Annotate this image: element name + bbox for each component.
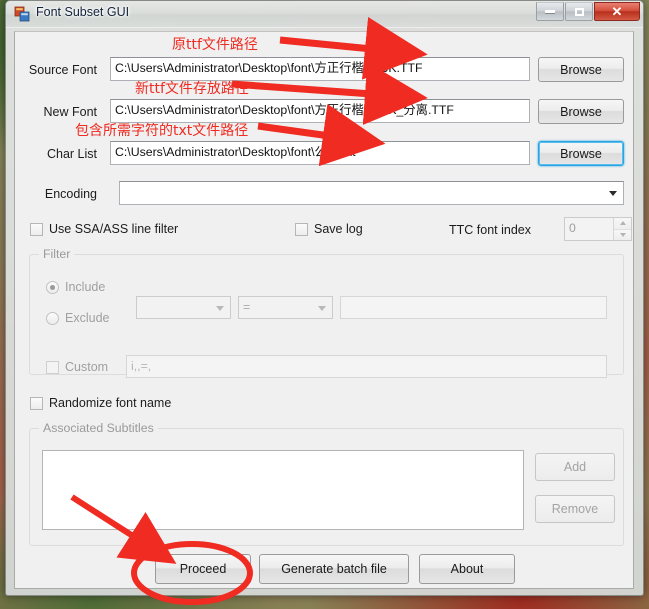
- window-controls: ✕: [536, 2, 640, 21]
- stepper-up-button[interactable]: [614, 218, 631, 230]
- associated-subtitles-title: Associated Subtitles: [39, 421, 158, 435]
- checkbox-box: [46, 360, 59, 374]
- ttc-font-index-label: TTC font index: [449, 223, 531, 237]
- filter-include-label: Include: [65, 280, 106, 294]
- filter-custom-input[interactable]: i,,=,: [126, 355, 607, 378]
- randomize-font-name-label: Randomize font name: [49, 396, 172, 410]
- annotation-text-char-list: 包含所需字符的txt文件路径: [75, 123, 249, 139]
- filter-group: Filter Include Exclude = Custom i,,=,: [29, 247, 624, 378]
- filter-group-title: Filter: [39, 247, 75, 261]
- associated-subtitles-listbox[interactable]: [42, 450, 524, 530]
- window-title: Font Subset GUI: [36, 5, 130, 19]
- encoding-combobox[interactable]: [119, 181, 624, 205]
- ttc-font-index-value: 0: [569, 221, 576, 235]
- remove-subtitle-button[interactable]: Remove: [535, 495, 615, 523]
- annotation-text-new-font: 新ttf文件存放路径: [135, 81, 249, 97]
- minimize-icon: [545, 10, 555, 13]
- filter-operator-value: =: [243, 300, 251, 314]
- maximize-icon: [574, 7, 584, 16]
- encoding-label: Encoding: [44, 187, 97, 201]
- chevron-down-icon: [318, 305, 326, 311]
- filter-include-radio[interactable]: Include: [46, 280, 105, 294]
- new-font-label: New Font: [43, 105, 98, 119]
- filter-value-input[interactable]: [340, 296, 607, 319]
- char-list-browse-button[interactable]: Browse: [538, 141, 624, 166]
- ssa-filter-checkbox[interactable]: Use SSA/ASS line filter: [30, 222, 178, 236]
- annotation-text-source-font: 原ttf文件路径: [172, 37, 258, 53]
- add-subtitle-button[interactable]: Add: [535, 453, 615, 481]
- save-log-label: Save log: [314, 222, 363, 236]
- close-icon: ✕: [611, 4, 623, 19]
- caret-down-icon: [619, 232, 626, 237]
- filter-field-combobox[interactable]: [136, 296, 231, 319]
- stepper-down-button[interactable]: [614, 229, 631, 240]
- ssa-filter-label: Use SSA/ASS line filter: [49, 222, 179, 236]
- radio-circle: [46, 311, 59, 325]
- stepper-arrows[interactable]: [613, 218, 631, 240]
- checkbox-box: [295, 222, 308, 236]
- form-icon: [14, 6, 30, 22]
- associated-subtitles-group: Associated Subtitles Add Remove: [29, 421, 624, 546]
- source-font-label: Source Font: [28, 63, 97, 77]
- save-log-checkbox[interactable]: Save log: [295, 222, 363, 236]
- chevron-down-icon: [216, 305, 224, 311]
- checkbox-box: [30, 222, 43, 236]
- proceed-button[interactable]: Proceed: [155, 554, 251, 584]
- filter-exclude-label: Exclude: [65, 311, 110, 325]
- close-button[interactable]: ✕: [594, 2, 640, 21]
- minimize-button[interactable]: [536, 2, 564, 21]
- caret-up-icon: [619, 221, 626, 226]
- char-list-label: Char List: [46, 147, 97, 161]
- source-font-browse-button[interactable]: Browse: [538, 57, 624, 82]
- checkbox-box: [30, 396, 43, 410]
- char-list-input[interactable]: C:\Users\Administrator\Desktop\font\公告.t…: [110, 141, 530, 165]
- filter-custom-checkbox[interactable]: Custom: [46, 360, 108, 374]
- title-bar[interactable]: Font Subset GUI ✕: [6, 1, 643, 28]
- filter-custom-label: Custom: [65, 360, 109, 374]
- application-window: Font Subset GUI ✕ Source Font C:\Users\A…: [5, 0, 644, 596]
- maximize-button[interactable]: [565, 2, 593, 21]
- client-area: Source Font C:\Users\Administrator\Deskt…: [14, 31, 634, 589]
- generate-batch-file-button[interactable]: Generate batch file: [259, 554, 409, 584]
- chevron-down-icon: [609, 191, 617, 196]
- ttc-font-index-stepper[interactable]: 0: [564, 217, 632, 241]
- radio-circle: [46, 280, 59, 294]
- about-button[interactable]: About: [419, 554, 515, 584]
- new-font-browse-button[interactable]: Browse: [538, 99, 624, 124]
- randomize-font-name-checkbox[interactable]: Randomize font name: [30, 396, 171, 410]
- filter-operator-combobox[interactable]: =: [238, 296, 333, 319]
- filter-exclude-radio[interactable]: Exclude: [46, 311, 109, 325]
